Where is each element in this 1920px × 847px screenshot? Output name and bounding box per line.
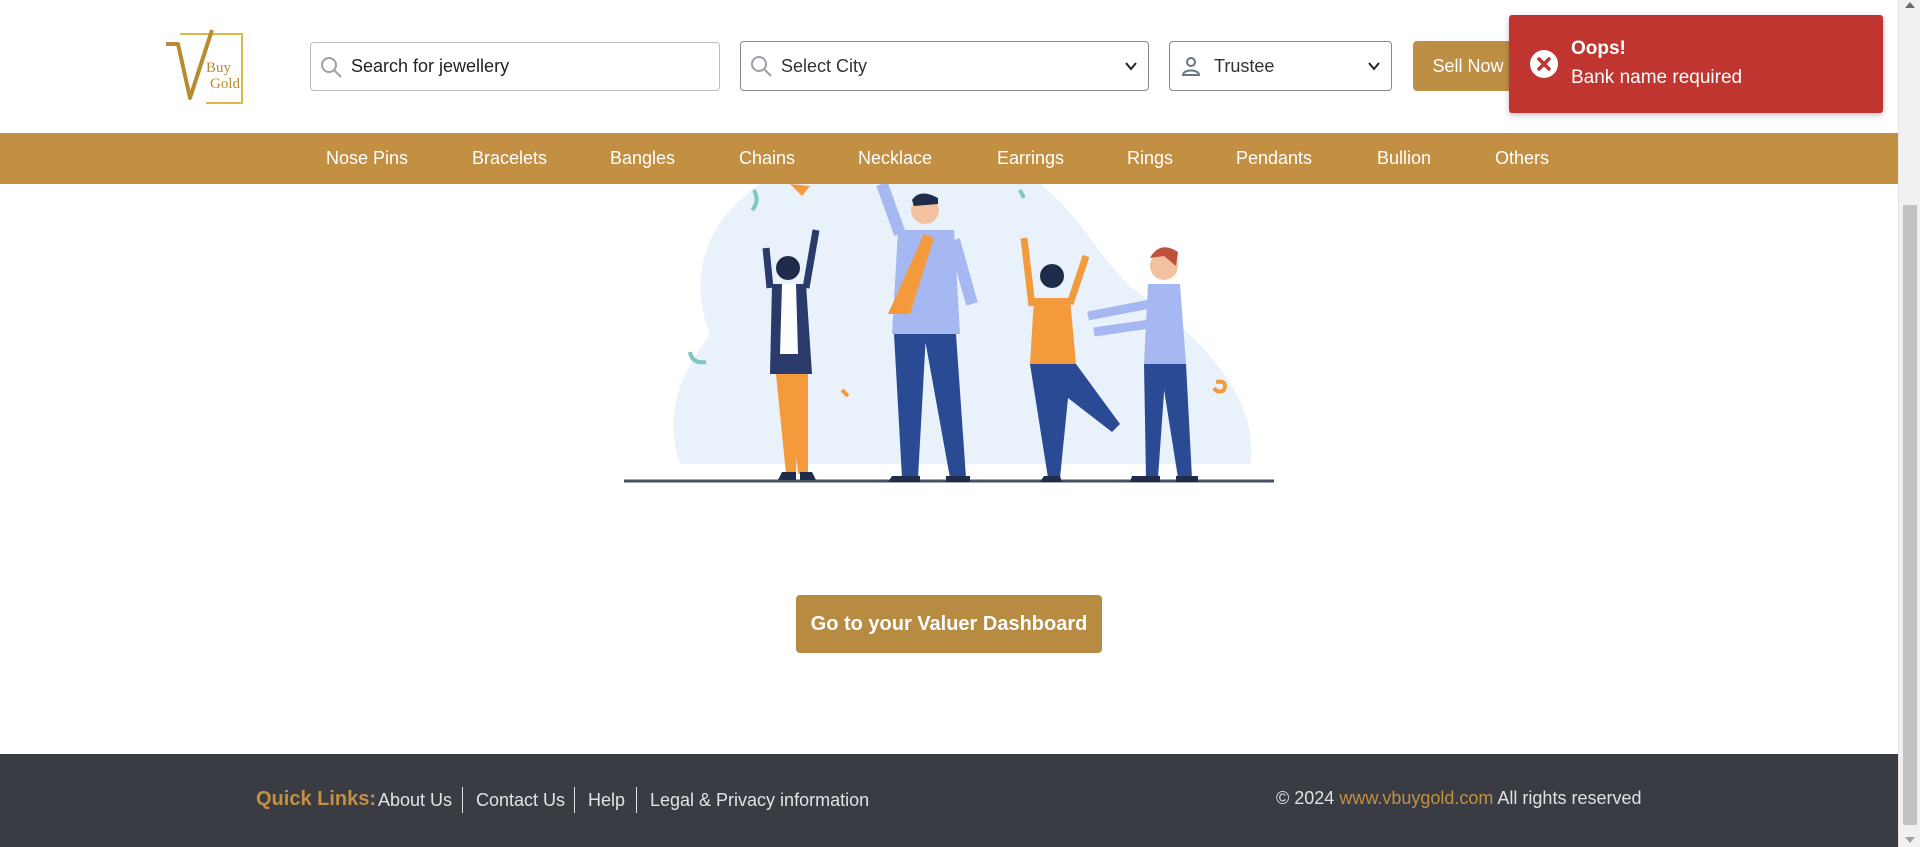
- city-select[interactable]: Select City: [740, 41, 1149, 91]
- footer-divider: [462, 787, 463, 813]
- copyright-text: © 2024 www.vbuygold.com All rights reser…: [1276, 788, 1641, 809]
- scroll-down-arrow-icon[interactable]: [1905, 837, 1915, 843]
- scrollbar-thumb[interactable]: [1903, 205, 1917, 825]
- scroll-up-arrow-icon[interactable]: [1905, 2, 1915, 8]
- search-icon: [751, 56, 772, 77]
- site-footer: Quick Links: About Us Contact Us Help Le…: [0, 754, 1898, 847]
- valuer-dashboard-button[interactable]: Go to your Valuer Dashboard: [796, 595, 1102, 653]
- search-placeholder: Search for jewellery: [351, 56, 510, 76]
- nav-item-pendants[interactable]: Pendants: [1236, 133, 1312, 184]
- nav-item-others[interactable]: Others: [1495, 133, 1549, 184]
- nav-item-necklace[interactable]: Necklace: [858, 133, 932, 184]
- nav-item-bullion[interactable]: Bullion: [1377, 133, 1431, 184]
- role-select[interactable]: Trustee: [1169, 41, 1392, 91]
- footer-link-help[interactable]: Help: [588, 790, 625, 811]
- search-icon: [321, 56, 342, 78]
- search-input[interactable]: Search for jewellery: [310, 42, 720, 91]
- logo-text-gold: Gold: [210, 76, 241, 92]
- nav-item-earrings[interactable]: Earrings: [997, 133, 1064, 184]
- toast-message: Bank name required: [1571, 67, 1743, 88]
- nav-item-nose-pins[interactable]: Nose Pins: [326, 133, 408, 184]
- chevron-down-icon: [1125, 62, 1137, 71]
- role-select-value: Trustee: [1214, 55, 1275, 76]
- quick-links-label: Quick Links:: [256, 788, 377, 810]
- nav-item-rings[interactable]: Rings: [1127, 133, 1173, 184]
- city-select-value: Select City: [781, 55, 868, 76]
- sell-now-button[interactable]: Sell Now: [1413, 41, 1523, 91]
- toast-title: Oops!: [1571, 38, 1626, 59]
- vbuygold-logo[interactable]: Buy Gold: [162, 28, 246, 106]
- chevron-down-icon: [1368, 62, 1380, 71]
- celebration-illustration: [620, 181, 1280, 484]
- footer-divider: [574, 787, 575, 813]
- footer-divider: [636, 787, 637, 813]
- nav-item-chains[interactable]: Chains: [739, 133, 795, 184]
- category-nav: Nose Pins Bracelets Bangles Chains Neckl…: [0, 133, 1898, 184]
- error-toast[interactable]: Oops! Bank name required: [1509, 15, 1883, 113]
- footer-link-contact-us[interactable]: Contact Us: [476, 790, 565, 811]
- nav-item-bangles[interactable]: Bangles: [610, 133, 675, 184]
- copyright-suffix: All rights reserved: [1497, 788, 1642, 808]
- logo-text-buy: Buy: [206, 60, 232, 76]
- site-link[interactable]: www.vbuygold.com: [1339, 788, 1493, 808]
- user-icon: [1181, 57, 1201, 76]
- footer-link-legal-privacy[interactable]: Legal & Privacy information: [650, 790, 869, 811]
- nav-item-bracelets[interactable]: Bracelets: [472, 133, 547, 184]
- footer-link-about-us[interactable]: About Us: [378, 790, 452, 811]
- vertical-scrollbar[interactable]: [1898, 0, 1920, 847]
- copyright-prefix: © 2024: [1276, 788, 1335, 808]
- error-circle-icon: [1530, 50, 1558, 78]
